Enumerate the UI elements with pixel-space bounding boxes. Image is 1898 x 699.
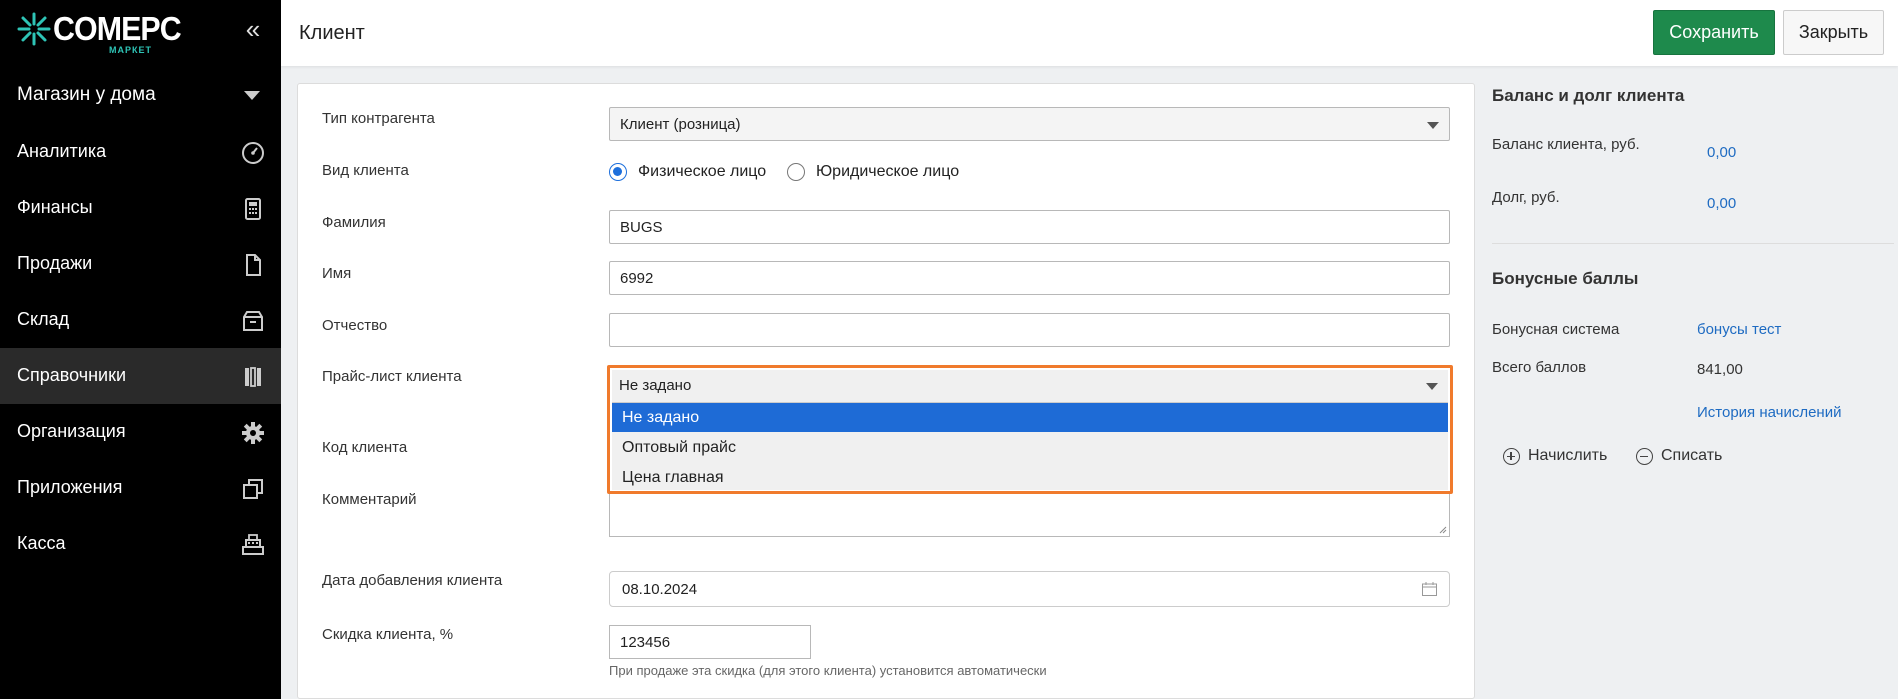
- save-button[interactable]: Сохранить: [1653, 10, 1775, 55]
- contractor-type-label: Тип контрагента: [322, 110, 435, 127]
- sidebar-item-label: Организация: [17, 421, 126, 441]
- balance-value[interactable]: 0,00: [1707, 144, 1736, 161]
- accrue-label: Начислить: [1528, 447, 1608, 464]
- sidebar-item-label: Справочники: [17, 365, 127, 385]
- client-kind-label: Вид клиента: [322, 162, 409, 179]
- logo-sub: МАРКЕТ: [109, 45, 152, 55]
- divider: [1492, 243, 1894, 244]
- sidebar-item-label: Финансы: [17, 197, 93, 217]
- store-name: Магазин у дома: [17, 84, 156, 105]
- price-list-select[interactable]: Не задано: [612, 370, 1448, 402]
- sidebar-item-cashbox[interactable]: Касса: [0, 516, 281, 572]
- logo-star-icon: [17, 12, 51, 46]
- sidebar-item-apps[interactable]: Приложения: [0, 460, 281, 516]
- dropdown-option[interactable]: Не задано: [612, 403, 1448, 432]
- sidebar-item-label: Приложения: [17, 477, 123, 497]
- dropdown-option[interactable]: Цена главная: [612, 463, 1448, 492]
- bonus-system-link[interactable]: бонусы тест: [1697, 321, 1781, 338]
- discount-field[interactable]: 123456: [609, 625, 811, 659]
- sidebar-item-directories[interactable]: Справочники: [0, 348, 281, 404]
- price-list-label: Прайс-лист клиента: [322, 368, 462, 385]
- middle-name-label: Отчество: [322, 317, 388, 334]
- price-list-dropdown[interactable]: Не задано Не задано Оптовый прайс Цена г…: [607, 365, 1453, 494]
- store-selector[interactable]: Магазин у дома: [0, 71, 281, 119]
- page-header: Клиент Сохранить Закрыть: [281, 0, 1898, 66]
- calendar-icon[interactable]: [1422, 582, 1437, 596]
- sidebar-item-label: Склад: [17, 309, 70, 329]
- chevron-down-icon: [244, 91, 260, 100]
- sidebar-item-label: Продажи: [17, 253, 93, 273]
- contractor-type-value: Клиент (розница): [620, 116, 741, 133]
- sidebar-item-analytics[interactable]: Аналитика: [0, 124, 281, 180]
- sidebar-item-label: Аналитика: [17, 141, 107, 161]
- first-name-field[interactable]: 6992: [609, 261, 1450, 295]
- price-list-value: Не задано: [619, 377, 692, 394]
- radio-individual[interactable]: Физическое лицо: [609, 161, 769, 183]
- balance-heading: Баланс и долг клиента: [1492, 86, 1685, 105]
- discount-hint: При продаже эта скидка (для этого клиент…: [609, 663, 1047, 678]
- client-code-label: Код клиента: [322, 439, 408, 456]
- discount-label: Скидка клиента, %: [322, 626, 454, 643]
- sidebar-item-sales[interactable]: Продажи: [0, 236, 281, 292]
- debt-value[interactable]: 0,00: [1707, 195, 1736, 212]
- last-name-label: Фамилия: [322, 214, 386, 231]
- comment-textarea[interactable]: [609, 494, 1450, 537]
- resize-handle-icon[interactable]: [1439, 526, 1447, 534]
- windows-icon: [243, 479, 263, 499]
- radio-unchecked-icon: [787, 163, 805, 181]
- bonus-heading: Бонусные баллы: [1492, 269, 1639, 288]
- middle-name-field[interactable]: [609, 313, 1450, 347]
- books-icon: [245, 367, 261, 387]
- last-name-field[interactable]: BUGS: [609, 210, 1450, 244]
- price-list-options: Не задано Оптовый прайс Цена главная: [612, 402, 1448, 490]
- writeoff-label: Списать: [1661, 447, 1723, 464]
- bonus-total-value: 841,00: [1697, 361, 1743, 378]
- radio-checked-icon: [609, 163, 627, 181]
- minus-circle-icon: [1636, 448, 1653, 465]
- radio-legal-entity[interactable]: Юридическое лицо: [787, 161, 967, 183]
- date-added-value: 08.10.2024: [622, 581, 698, 598]
- bonus-total-label: Всего баллов: [1492, 359, 1587, 376]
- chevron-down-icon: [1427, 122, 1439, 129]
- contractor-type-select[interactable]: Клиент (розница): [609, 107, 1450, 141]
- date-added-label: Дата добавления клиента: [322, 572, 503, 589]
- client-summary-panel: Баланс и долг клиента Баланс клиента, ру…: [1475, 66, 1898, 699]
- collapse-sidebar-icon[interactable]: «: [240, 16, 266, 42]
- speedometer-icon: [242, 142, 264, 164]
- calculator-icon: [245, 198, 261, 220]
- gear-icon: [242, 422, 264, 444]
- bonus-history-link[interactable]: История начислений: [1697, 404, 1841, 421]
- sidebar-item-organization[interactable]: Организация: [0, 404, 281, 460]
- sidebar-item-label: Касса: [17, 533, 66, 553]
- sidebar-item-finance[interactable]: Финансы: [0, 180, 281, 236]
- first-name-label: Имя: [322, 265, 352, 282]
- writeoff-button[interactable]: Списать: [1636, 447, 1736, 467]
- accrue-button[interactable]: Начислить: [1503, 447, 1613, 467]
- date-added-field[interactable]: 08.10.2024: [609, 571, 1450, 607]
- close-button[interactable]: Закрыть: [1783, 10, 1884, 55]
- debt-label: Долг, руб.: [1492, 189, 1560, 206]
- logo-brand: COMEPC: [53, 10, 182, 47]
- dropdown-option[interactable]: Оптовый прайс: [612, 433, 1448, 462]
- plus-circle-icon: [1503, 448, 1520, 465]
- radio-label: Физическое лицо: [638, 163, 767, 180]
- sidebar-item-warehouse[interactable]: Склад: [0, 292, 281, 348]
- sidebar: COMEPC МАРКЕТ « Магазин у дома Аналитика…: [0, 0, 281, 699]
- cash-register-icon: [242, 534, 264, 555]
- balance-label: Баланс клиента, руб.: [1492, 136, 1640, 153]
- page-title: Клиент: [299, 22, 365, 44]
- bonus-system-label: Бонусная система: [1492, 321, 1620, 338]
- chevron-down-icon: [1426, 383, 1438, 390]
- document-icon: [246, 254, 261, 276]
- logo[interactable]: COMEPC МАРКЕТ: [17, 8, 217, 58]
- radio-label: Юридическое лицо: [816, 163, 960, 180]
- box-icon: [243, 311, 263, 331]
- comment-label: Комментарий: [322, 491, 417, 508]
